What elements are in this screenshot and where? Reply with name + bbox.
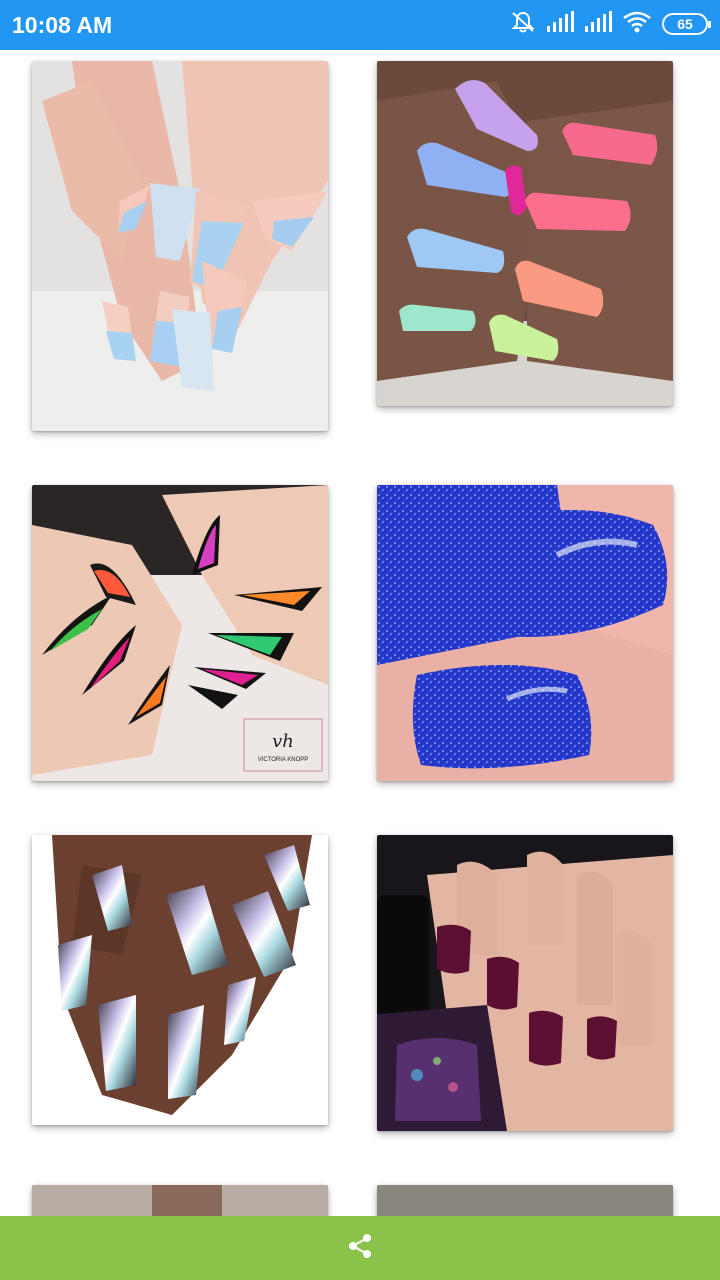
share-button[interactable] [340,1228,380,1268]
nail-image-pastel-colors[interactable] [377,61,673,406]
nail-image-holographic-chrome[interactable] [32,835,328,1125]
share-icon [346,1232,374,1264]
signal-icon-2 [584,11,612,37]
nail-image-purple-glitter[interactable] [377,835,673,1131]
status-bar: 10:08 AM 65 [0,0,720,50]
nail-image-flame-stiletto[interactable]: vh VICTORIA KNOPP [32,485,328,781]
signal-icon [546,11,574,37]
nail-image-blue-glitter[interactable] [377,485,673,781]
wifi-icon [622,11,652,37]
bottom-bar [0,1216,720,1280]
battery-icon: 65 [662,13,711,35]
nail-image-partial-left[interactable] [32,1185,328,1216]
status-time: 10:08 AM [12,12,113,38]
watermark-text: VICTORIA KNOPP [258,757,309,763]
status-icons: 65 [510,10,711,38]
image-grid: vh VICTORIA KNOPP [0,50,720,1216]
mute-icon [510,10,536,38]
nail-image-partial-right[interactable] [377,1185,673,1216]
svg-text:vh: vh [272,731,294,752]
nail-image-ombre-blue[interactable] [32,61,328,431]
